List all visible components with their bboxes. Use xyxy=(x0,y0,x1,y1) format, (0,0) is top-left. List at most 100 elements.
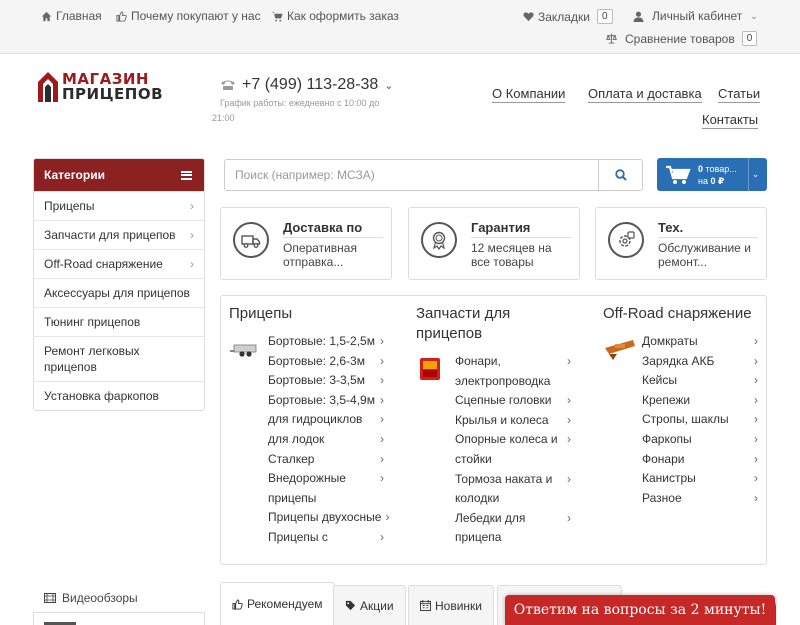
feature-warranty[interactable]: Гарантия 12 месяцев на все товары xyxy=(408,207,580,280)
menu-item-label: Фонари xyxy=(642,451,685,466)
menu-item[interactable]: Бортовые: 2,6-3м › xyxy=(268,352,384,372)
menu-item[interactable]: Разное › xyxy=(642,489,758,509)
menu-item[interactable]: Фаркопы › xyxy=(642,430,758,450)
menu-item[interactable]: прицепы xyxy=(268,489,384,509)
chevron-down-icon: ⌄ xyxy=(384,79,394,92)
menu-item[interactable]: Кейсы › xyxy=(642,371,758,391)
how-label: Как оформить заказ xyxy=(287,9,399,23)
video-reviews-link[interactable]: Видеообзоры xyxy=(44,591,138,605)
menu-item[interactable]: Бортовые: 1,5-2,5м › xyxy=(268,332,384,352)
menu-item[interactable]: Канистры › xyxy=(642,469,758,489)
thumbs-up-icon xyxy=(232,598,243,610)
categories-title: Категории xyxy=(44,168,105,182)
chevron-right-icon: › xyxy=(190,228,194,242)
menu-column-title[interactable]: Запчасти для прицепов xyxy=(416,304,576,344)
how-to-order-link[interactable]: Как оформить заказ xyxy=(272,9,399,23)
chevron-right-icon: › xyxy=(385,510,390,525)
feature-desc: 12 месяцев на все товары xyxy=(471,241,552,269)
category-item[interactable]: Аксессуары для прицепов xyxy=(34,278,204,307)
feature-delivery[interactable]: Доставка по Оперативная отправка... xyxy=(220,207,392,280)
cart-count-label: товар... xyxy=(705,163,737,174)
chevron-right-icon: › xyxy=(754,412,758,427)
category-item[interactable]: Off-Road снаряжение › xyxy=(34,249,204,278)
category-item[interactable]: Ремонт легковых прицепов xyxy=(34,336,204,381)
menu-item[interactable]: Фонари › xyxy=(642,450,758,470)
cart-sum: 0 ₽ xyxy=(710,175,725,186)
menu-item[interactable]: Стропы, шаклы › xyxy=(642,410,758,430)
award-icon xyxy=(421,222,457,258)
menu-item[interactable]: для гидроциклов › xyxy=(268,410,384,430)
site-logo[interactable]: МАГАЗИН ПРИЦЕПОВ xyxy=(34,70,174,106)
tab-recommended[interactable]: Рекомендуем xyxy=(220,582,335,625)
category-item[interactable]: Установка фаркопов xyxy=(34,381,204,410)
compare-label: Сравнение товаров xyxy=(625,31,735,46)
category-item[interactable]: Запчасти для прицепов › xyxy=(34,220,204,249)
menu-item[interactable]: Прицепы двухосные › xyxy=(268,508,389,528)
menu-column-title[interactable]: Прицепы xyxy=(229,304,389,324)
nav-articles[interactable]: Статьи xyxy=(718,86,761,103)
compare-count: 0 xyxy=(741,31,758,46)
category-label: Установка фаркопов xyxy=(44,389,159,403)
feature-service[interactable]: Тех. Обслуживание и ремонт... xyxy=(595,207,767,280)
category-item[interactable]: Тюнинг прицепов xyxy=(34,307,204,336)
chevron-right-icon: › xyxy=(380,334,384,348)
menu-item[interactable]: Бортовые: 3,5-4,9м › xyxy=(268,391,384,411)
chevron-right-icon: › xyxy=(567,412,571,427)
menu-item[interactable]: Крепежи › xyxy=(642,391,758,411)
menu-item[interactable]: для лодок › xyxy=(268,430,384,450)
bookmarks-link[interactable]: Закладки 0 xyxy=(523,9,613,24)
menu-column-title[interactable]: Off-Road снаряжение xyxy=(603,304,763,324)
phone-icon xyxy=(221,80,235,90)
menu-item[interactable]: Опорные колеса и › xyxy=(455,430,571,450)
tab-sales[interactable]: Акции xyxy=(333,585,406,625)
cart-sum-prefix: на xyxy=(698,175,708,186)
menu-item[interactable]: Домкраты › xyxy=(642,332,758,352)
category-item[interactable]: Прицепы › xyxy=(34,191,204,220)
menu-item[interactable]: электропроводка xyxy=(455,372,571,392)
menu-item[interactable]: колодки xyxy=(455,489,571,509)
menu-column-offroad: Off-Road снаряжение Домкраты › Зарядка АКБ… xyxy=(603,304,763,505)
menu-item[interactable]: Сталкер › xyxy=(268,450,384,470)
categories-header[interactable]: Категории xyxy=(34,159,204,191)
menu-item-label: прицепы xyxy=(268,490,317,505)
menu-item[interactable]: Внедорожные › xyxy=(268,469,384,489)
video-icon xyxy=(44,593,56,603)
menu-item[interactable]: Крылья и колеса › xyxy=(455,411,571,431)
why-link[interactable]: Почему покупают у нас xyxy=(116,9,261,23)
menu-item-label: электропроводка xyxy=(455,373,551,388)
menu-item[interactable]: Фонари, › xyxy=(455,352,571,372)
search-button[interactable] xyxy=(598,160,642,190)
menu-item[interactable]: стойки xyxy=(455,450,571,470)
menu-item[interactable]: Прицепы с › xyxy=(268,528,384,548)
compare-link[interactable]: Сравнение товаров 0 xyxy=(606,31,758,46)
menu-item[interactable]: Бортовые: 3-3,5м › xyxy=(268,371,384,391)
account-link[interactable]: Личный кабинет ⌄ xyxy=(633,9,758,23)
menu-item[interactable]: Сцепные головки › xyxy=(455,391,571,411)
chat-callback-button[interactable]: Ответим на вопросы за 2 минуты! xyxy=(505,595,775,625)
nav-contacts[interactable]: Контакты xyxy=(702,112,759,129)
search-input[interactable] xyxy=(225,160,598,190)
cart-button[interactable]: 0 товар... на 0 ₽ ⌄ xyxy=(657,158,767,191)
user-icon xyxy=(633,11,644,22)
chevron-right-icon: › xyxy=(754,392,758,407)
phone-dropdown[interactable]: +7 (499) 113-28-38 ⌄ xyxy=(220,76,393,94)
menu-item[interactable]: прицепа xyxy=(455,528,571,548)
menu-item[interactable]: Тормоза наката и › xyxy=(455,470,571,490)
category-label: Ремонт легковых прицепов xyxy=(44,344,140,374)
menu-item[interactable]: Лебедки для › xyxy=(455,509,571,529)
nav-about[interactable]: О Компании xyxy=(492,86,566,103)
video-reviews-label: Видеообзоры xyxy=(62,591,138,605)
feature-title: Тех. xyxy=(658,220,758,238)
chevron-right-icon: › xyxy=(754,471,758,486)
cart-icon xyxy=(272,11,283,22)
logo-text: МАГАЗИН ПРИЦЕПОВ xyxy=(62,72,163,102)
nav-payment-delivery[interactable]: Оплата и доставка xyxy=(588,86,702,103)
thumbs-up-icon xyxy=(116,10,127,22)
tab-new[interactable]: Новинки xyxy=(408,585,494,625)
menu-item[interactable]: Зарядка АКБ › xyxy=(642,352,758,372)
trailer-light-thumb-icon xyxy=(420,358,440,380)
menu-item-label: Сталкер xyxy=(268,451,315,466)
chevron-right-icon: › xyxy=(754,373,758,388)
home-link[interactable]: Главная xyxy=(41,9,102,23)
chevron-right-icon: › xyxy=(567,510,571,525)
